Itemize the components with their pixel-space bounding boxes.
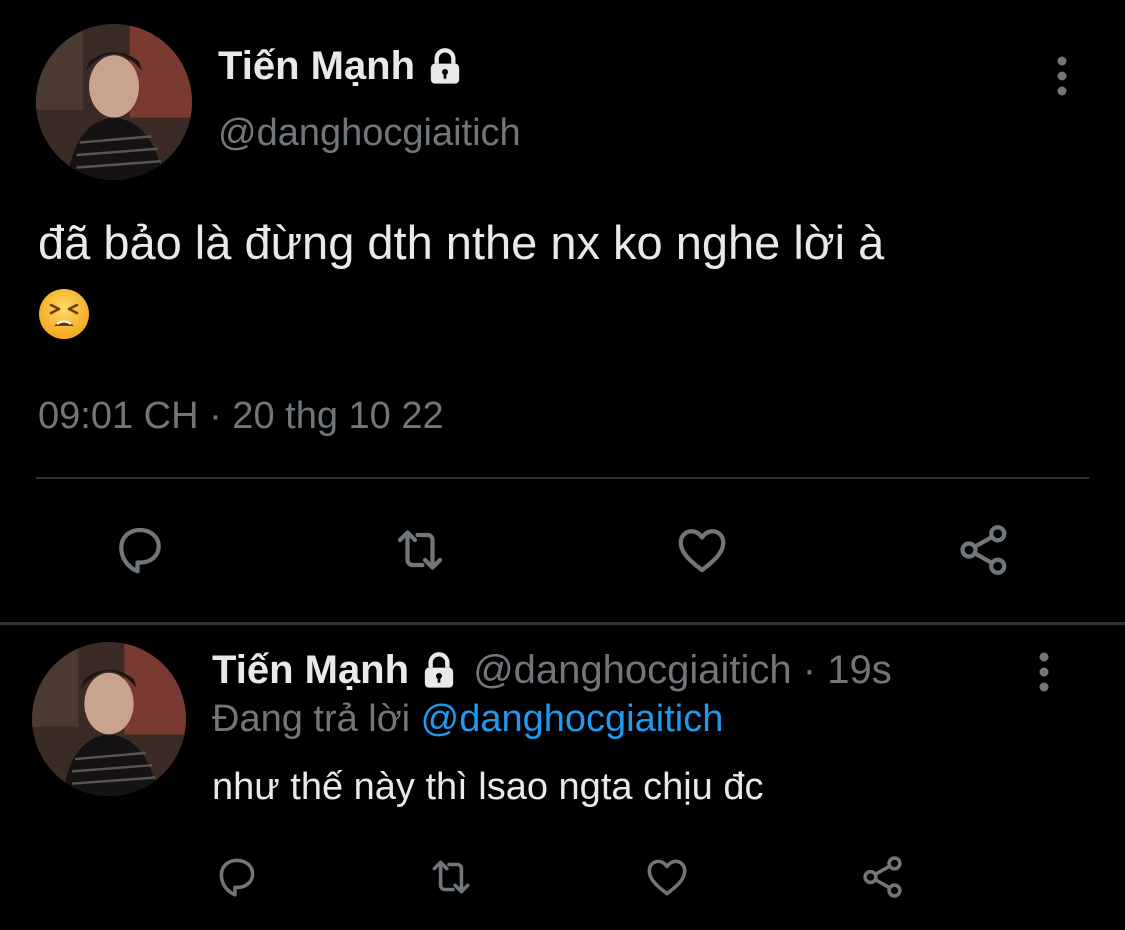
like-icon[interactable] (672, 520, 732, 580)
main-handle[interactable]: @danghocgiaitich (218, 112, 521, 155)
share-icon[interactable] (858, 852, 908, 902)
replying-mention-link[interactable]: @danghocgiaitich (421, 698, 724, 740)
retweet-icon[interactable] (390, 520, 450, 580)
reply-display-name[interactable]: Tiến Mạnh (212, 648, 409, 693)
lock-icon (419, 651, 459, 691)
replying-to-line: Đang trả lời @danghocgiaitich (212, 698, 723, 741)
more-vertical-icon[interactable] (1038, 652, 1050, 692)
main-timestamp[interactable]: 09:01 CH · 20 thg 10 22 (38, 395, 444, 438)
tweet-separator (0, 622, 1125, 625)
replying-prefix: Đang trả lời (212, 698, 411, 740)
reply-handle-time[interactable]: @danghocgiaitich · 19s (473, 648, 892, 693)
retweet-icon[interactable] (426, 852, 476, 902)
like-icon[interactable] (642, 852, 692, 902)
main-display-name-text: Tiến Mạnh (218, 44, 416, 88)
divider (36, 477, 1089, 479)
reply-tweet-text: như thế này thì lsao ngta chịu đc (212, 766, 764, 808)
reply-header[interactable]: Tiến Mạnh @danghocgiaitich · 19s (212, 648, 892, 693)
main-tweet-text: đã bảo là đừng dth nthe nx ko nghe lời à (38, 216, 885, 269)
main-display-name[interactable]: Tiến Mạnh (218, 44, 465, 89)
main-avatar[interactable] (36, 24, 192, 180)
more-vertical-icon[interactable] (1056, 56, 1068, 96)
lock-icon (425, 47, 465, 87)
reply-icon[interactable] (110, 520, 170, 580)
reply-icon[interactable] (212, 852, 262, 902)
tired-face-emoji (38, 288, 90, 340)
reply-avatar[interactable] (32, 642, 186, 796)
share-icon[interactable] (954, 520, 1014, 580)
